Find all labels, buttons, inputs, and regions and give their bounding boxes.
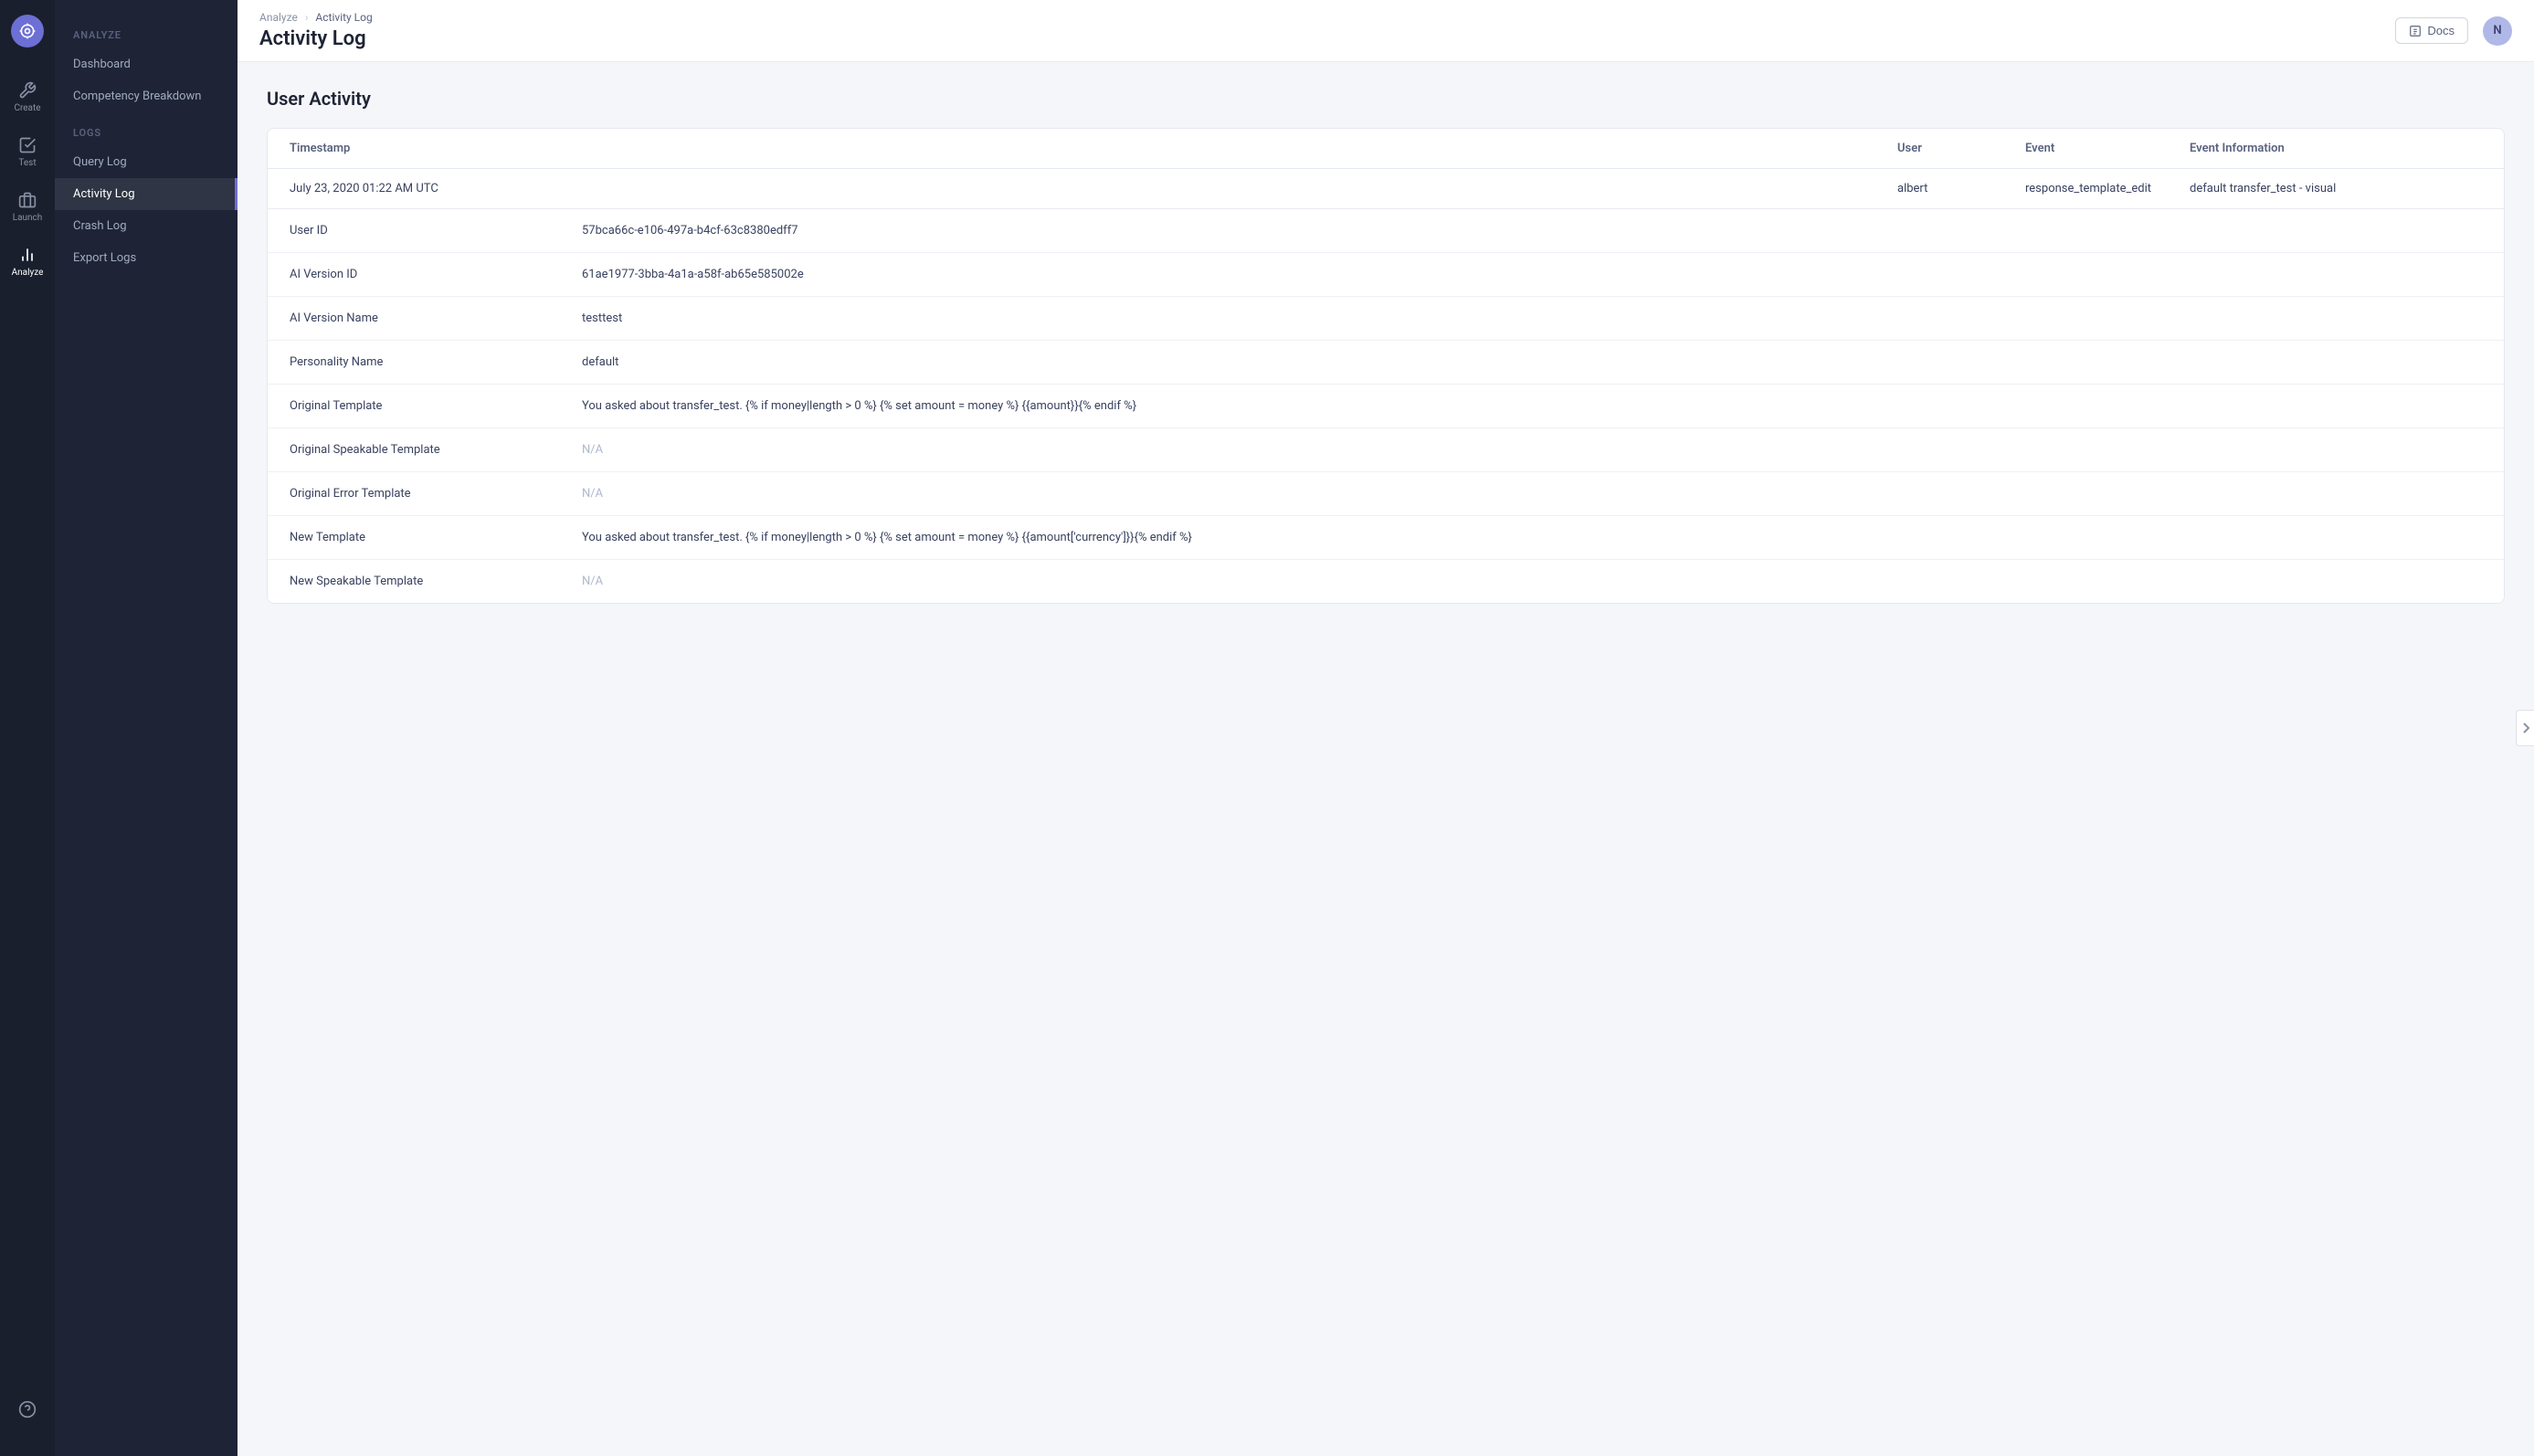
- detail-value-new-template: You asked about transfer_test. {% if mon…: [582, 531, 2482, 544]
- detail-row-user-id: User ID 57bca66c-e106-497a-b4cf-63c8380e…: [268, 209, 2504, 253]
- nav-item-crash-log[interactable]: Crash Log: [55, 210, 238, 242]
- detail-value-original-template: You asked about transfer_test. {% if mon…: [582, 399, 2482, 413]
- nav-analyze[interactable]: Analyze: [0, 237, 55, 285]
- breadcrumb-root[interactable]: Analyze: [259, 11, 298, 24]
- detail-value-personality-name: default: [582, 355, 2482, 369]
- activity-table: Timestamp User Event Event Information J…: [267, 128, 2505, 604]
- nav-item-export-logs[interactable]: Export Logs: [55, 242, 238, 274]
- detail-row-personality-name: Personality Name default: [268, 341, 2504, 385]
- detail-label-original-speakable: Original Speakable Template: [290, 443, 582, 457]
- launch-icon: [17, 190, 37, 210]
- page-title: Activity Log: [259, 27, 373, 50]
- detail-value-user-id: 57bca66c-e106-497a-b4cf-63c8380edff7: [582, 224, 2482, 237]
- breadcrumb: Analyze › Activity Log: [259, 11, 373, 24]
- detail-value-ai-version-id: 61ae1977-3bba-4a1a-a58f-ab65e585002e: [582, 268, 2482, 281]
- section-logs-label: LOGS: [55, 112, 238, 146]
- detail-value-new-speakable: N/A: [582, 575, 2482, 588]
- detail-value-original-error: N/A: [582, 487, 2482, 501]
- detail-value-ai-version-name: testtest: [582, 311, 2482, 325]
- col-event-info: Event Information: [2190, 142, 2482, 155]
- main-area: Analyze › Activity Log Activity Log Docs…: [238, 0, 2534, 1456]
- nav-item-dashboard[interactable]: Dashboard: [55, 48, 238, 80]
- detail-row-ai-version-name: AI Version Name testtest: [268, 297, 2504, 341]
- launch-label: Launch: [13, 214, 43, 223]
- section-title: User Activity: [267, 88, 2505, 110]
- icon-sidebar: Create Test Launch Analyze: [0, 0, 55, 1456]
- analyze-label: Analyze: [12, 269, 44, 278]
- detail-label-ai-version-id: AI Version ID: [290, 268, 582, 281]
- nav-item-competency-breakdown[interactable]: Competency Breakdown: [55, 80, 238, 112]
- left-nav: ANALYZE Dashboard Competency Breakdown L…: [55, 0, 238, 1456]
- app-logo[interactable]: [11, 15, 44, 47]
- nav-help[interactable]: [14, 1392, 41, 1427]
- nav-test[interactable]: Test: [0, 128, 55, 175]
- help-icon: [17, 1399, 37, 1419]
- header-right: Docs N: [2395, 16, 2512, 46]
- nav-create[interactable]: Create: [0, 73, 55, 121]
- nav-item-query-log[interactable]: Query Log: [55, 146, 238, 178]
- detail-row-ai-version-id: AI Version ID 61ae1977-3bba-4a1a-a58f-ab…: [268, 253, 2504, 297]
- col-timestamp: Timestamp: [290, 142, 1897, 155]
- detail-label-new-speakable: New Speakable Template: [290, 575, 582, 588]
- user-avatar[interactable]: N: [2483, 16, 2512, 46]
- col-event: Event: [2025, 142, 2190, 155]
- detail-label-user-id: User ID: [290, 224, 582, 237]
- create-label: Create: [14, 104, 40, 113]
- test-icon: [17, 135, 37, 155]
- wrench-icon: [17, 80, 37, 100]
- detail-label-personality-name: Personality Name: [290, 355, 582, 369]
- nav-item-activity-log[interactable]: Activity Log: [55, 178, 238, 210]
- detail-row-original-error: Original Error Template N/A: [268, 472, 2504, 516]
- docs-label: Docs: [2427, 24, 2455, 37]
- detail-row-original-speakable: Original Speakable Template N/A: [268, 428, 2504, 472]
- col-user: User: [1897, 142, 2025, 155]
- table-header-row: Timestamp User Event Event Information: [268, 129, 2504, 169]
- test-label: Test: [18, 159, 36, 168]
- detail-row-new-speakable: New Speakable Template N/A: [268, 560, 2504, 603]
- breadcrumb-current: Activity Log: [315, 11, 372, 24]
- log-timestamp: July 23, 2020 01:22 AM UTC: [290, 182, 1897, 195]
- detail-row-original-template: Original Template You asked about transf…: [268, 385, 2504, 428]
- detail-label-original-error: Original Error Template: [290, 487, 582, 501]
- detail-label-new-template: New Template: [290, 531, 582, 544]
- log-event: response_template_edit: [2025, 182, 2190, 195]
- nav-launch[interactable]: Launch: [0, 183, 55, 230]
- log-event-info: default transfer_test - visual: [2190, 182, 2482, 195]
- detail-row-new-template: New Template You asked about transfer_te…: [268, 516, 2504, 560]
- docs-icon: [2409, 25, 2422, 37]
- docs-button[interactable]: Docs: [2395, 17, 2468, 44]
- detail-value-original-speakable: N/A: [582, 443, 2482, 457]
- breadcrumb-separator: ›: [305, 11, 309, 24]
- header-left: Analyze › Activity Log Activity Log: [259, 11, 373, 50]
- log-entry-row[interactable]: July 23, 2020 01:22 AM UTC albert respon…: [268, 169, 2504, 209]
- collapse-sidebar-button[interactable]: [2516, 710, 2534, 746]
- content-area: User Activity Timestamp User Event Event…: [238, 62, 2534, 1456]
- detail-label-original-template: Original Template: [290, 399, 582, 413]
- header: Analyze › Activity Log Activity Log Docs…: [238, 0, 2534, 62]
- chevron-right-icon: [2521, 722, 2530, 734]
- analyze-icon: [17, 245, 37, 265]
- detail-label-ai-version-name: AI Version Name: [290, 311, 582, 325]
- log-user: albert: [1897, 182, 2025, 195]
- section-analyze-label: ANALYZE: [55, 15, 238, 48]
